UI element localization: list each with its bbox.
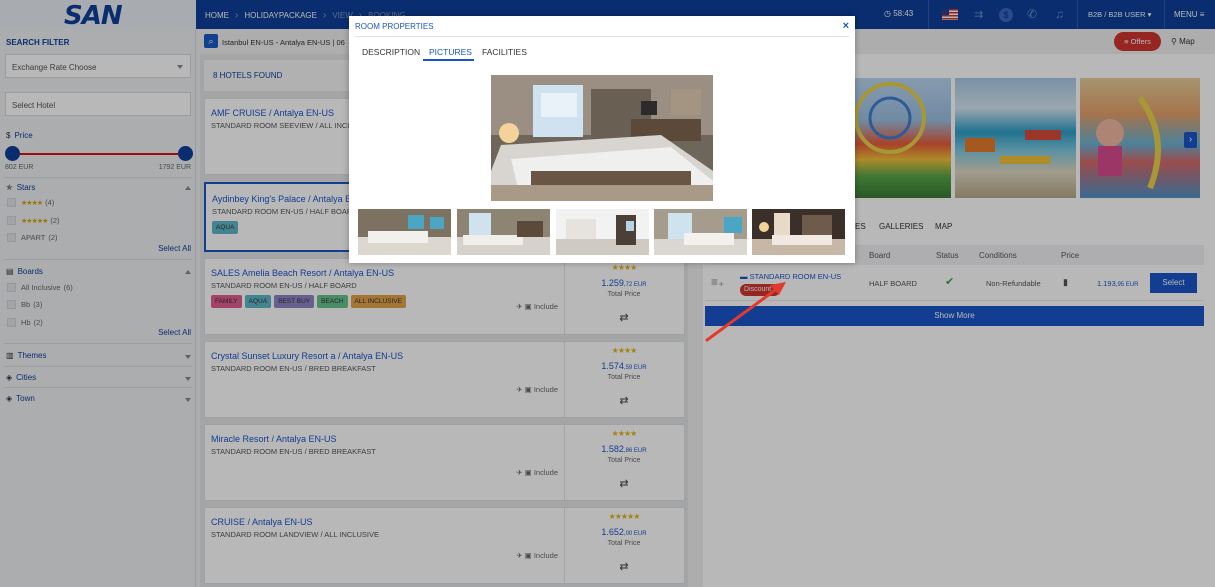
close-icon[interactable]: ×: [843, 20, 849, 32]
tab-description[interactable]: DESCRIPTION: [362, 47, 420, 57]
room-thumbnail[interactable]: [358, 209, 451, 255]
room-thumbnail[interactable]: [556, 209, 649, 255]
modal-title: ROOM PROPERTIES: [355, 22, 434, 31]
active-tab-indicator: [423, 59, 474, 61]
room-thumbnail[interactable]: [654, 209, 747, 255]
room-thumbnail[interactable]: [457, 209, 550, 255]
tab-facilities[interactable]: FACILITIES: [482, 47, 527, 57]
room-main-photo: [491, 75, 713, 201]
room-thumbnail[interactable]: [752, 209, 845, 255]
tab-pictures[interactable]: PICTURES: [429, 47, 472, 57]
